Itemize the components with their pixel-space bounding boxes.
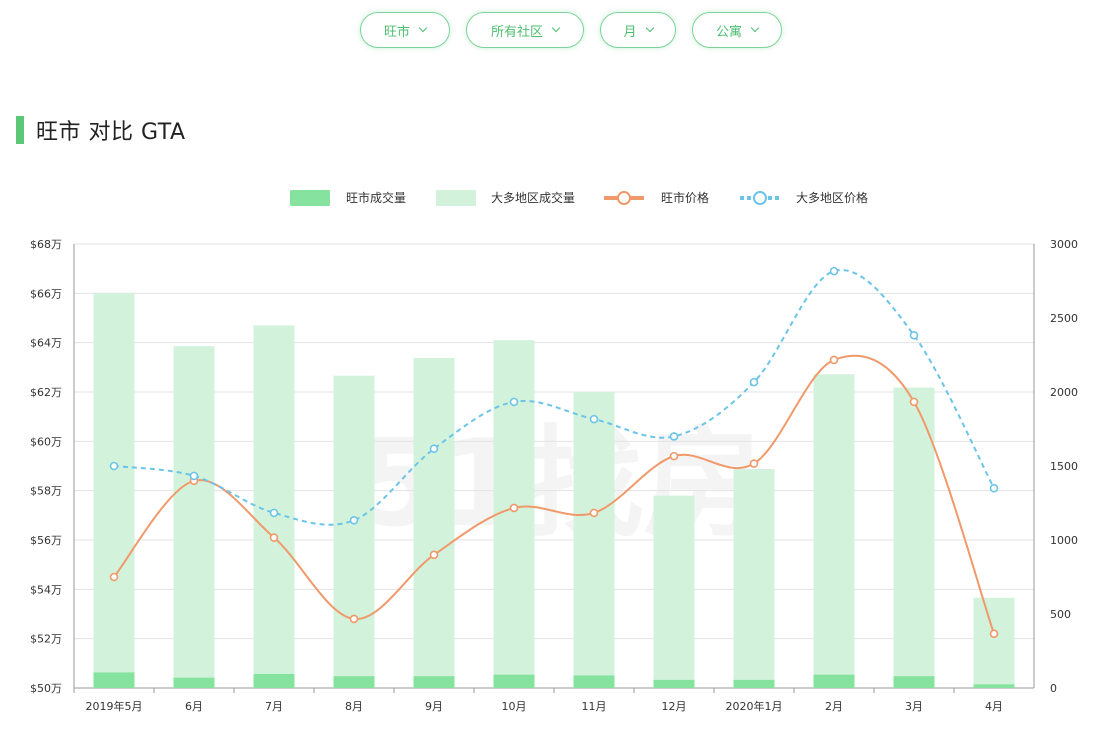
gta-volume-bar (333, 375, 375, 688)
y-left-tick-label: $50万 (30, 682, 62, 695)
gta-volume-bar (413, 357, 455, 688)
local-price-line-point (269, 533, 279, 542)
y-left-tick-label: $54万 (30, 583, 62, 596)
local-price-line-point (669, 451, 679, 461)
gta-volume-bar (973, 597, 1015, 688)
gta-volume-bar (493, 340, 535, 688)
local-volume-bar (893, 676, 935, 688)
x-tick-label: 2019年5月 (86, 699, 143, 713)
local-price-line-point (349, 614, 359, 624)
gta-price-line-point (589, 414, 599, 424)
gta-price-line-point (989, 483, 999, 493)
y-left-tick-label: $68万 (30, 238, 62, 251)
local-price-line-point (109, 572, 119, 582)
gta-price-line-point (269, 508, 279, 518)
legend-swatch (290, 190, 330, 206)
legend-marker (617, 191, 631, 205)
y-right-tick-label: 2000 (1050, 386, 1078, 399)
x-tick-label: 2020年1月 (726, 699, 783, 713)
gta-price-line-point (429, 444, 439, 454)
x-tick-label: 3月 (905, 700, 923, 713)
gta-volume-bar (93, 292, 135, 688)
x-tick-label: 10月 (502, 700, 527, 713)
local-price-line-point (829, 355, 839, 365)
gta-price-line-point (349, 515, 359, 525)
gta-price-line-point (669, 432, 679, 441)
local-volume-bar (733, 679, 775, 688)
y-right-tick-label: 2500 (1050, 312, 1078, 325)
y-left-tick-label: $52万 (30, 633, 62, 646)
local-volume-bar (493, 674, 535, 688)
x-tick-label: 11月 (582, 700, 607, 713)
market-comparison-chart: 51找房$50万$52万$54万$56万$58万$60万$62万$64万$66万… (30, 190, 1078, 713)
y-left-tick-label: $56万 (30, 534, 62, 547)
local-volume-bar (333, 676, 375, 688)
y-right-tick-label: 1000 (1050, 534, 1078, 547)
y-right-tick-label: 500 (1050, 608, 1071, 621)
x-tick-label: 9月 (425, 700, 443, 713)
x-tick-label: 2月 (825, 700, 843, 713)
gta-price-line-point (189, 471, 199, 481)
legend-swatch (436, 190, 476, 206)
legend-label: 大多地区价格 (796, 190, 868, 205)
y-left-tick-label: $62万 (30, 386, 62, 399)
y-left-tick-label: $66万 (30, 287, 62, 300)
local-price-line-point (429, 550, 439, 560)
local-volume-bar (973, 684, 1015, 688)
x-tick-label: 4月 (985, 700, 1003, 713)
gta-volume-bar (573, 392, 615, 688)
local-price-line-point (589, 508, 599, 518)
gta-price-line-point (909, 330, 919, 340)
gta-price-line-point (749, 377, 759, 387)
local-price-line-point (989, 629, 999, 639)
local-volume-bar (653, 679, 695, 688)
y-right-tick-label: 1500 (1050, 460, 1078, 473)
gta-volume-bar (653, 495, 695, 688)
y-right-tick-label: 0 (1050, 682, 1057, 695)
legend-label: 大多地区成交量 (491, 190, 575, 205)
x-tick-label: 12月 (662, 700, 687, 713)
local-volume-bar (813, 674, 855, 688)
x-tick-label: 6月 (185, 700, 203, 713)
legend-marker (753, 191, 767, 205)
gta-price-line-point (509, 397, 519, 407)
gta-volume-bar (733, 468, 775, 688)
gta-price-line-point (109, 461, 119, 471)
y-right-tick-label: 3000 (1050, 238, 1078, 251)
gta-price-line-point (829, 266, 839, 276)
y-left-tick-label: $58万 (30, 485, 62, 498)
local-volume-bar (173, 677, 215, 688)
local-price-line-point (509, 503, 519, 513)
legend-label: 旺市成交量 (346, 190, 406, 205)
y-left-tick-label: $60万 (30, 435, 62, 448)
local-volume-bar (413, 676, 455, 688)
x-tick-label: 7月 (265, 700, 283, 713)
x-tick-label: 8月 (345, 700, 363, 713)
gta-volume-bar (173, 346, 215, 688)
local-volume-bar (93, 672, 135, 688)
local-volume-bar (253, 673, 295, 688)
local-volume-bar (573, 675, 615, 688)
gta-volume-bar (813, 374, 855, 688)
local-price-line-point (909, 397, 919, 407)
local-price-line-point (749, 459, 759, 468)
legend-label: 旺市价格 (661, 190, 709, 205)
y-left-tick-label: $64万 (30, 337, 62, 350)
